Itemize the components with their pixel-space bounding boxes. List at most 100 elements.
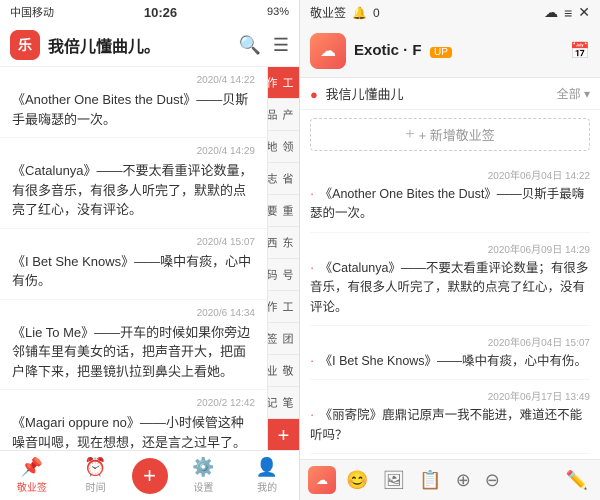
- note-text: · 《Another One Bites the Dust》——贝斯手最嗨瑟的一…: [310, 185, 590, 224]
- edit-icon[interactable]: ✏️: [562, 468, 592, 493]
- tab-progress[interactable]: 工作进: [268, 291, 299, 323]
- note-date: 2020年06月17日 13:49: [310, 388, 590, 403]
- tab-notes[interactable]: 笔记: [268, 387, 299, 419]
- note-date: 2020/4 14:22: [12, 75, 255, 86]
- tab-important[interactable]: 重要日: [268, 195, 299, 227]
- carrier-signal: 中国移动: [10, 4, 54, 20]
- list-item[interactable]: 2020年06月09日 14:29 · 《Catalunya》——不要太看重评论…: [310, 233, 590, 326]
- left-header: 乐 我倍儿懂曲儿。 🔍 ☰: [0, 24, 299, 67]
- left-panel-title: 我倍儿懂曲儿。: [48, 33, 238, 57]
- nav-item-profile[interactable]: 👤 我的: [235, 455, 299, 496]
- tab-territory[interactable]: 领地社: [268, 131, 299, 163]
- note-date: 2020/6 14:34: [12, 308, 255, 319]
- battery-status: 93%: [267, 6, 289, 18]
- cloud-icon[interactable]: ☁: [544, 4, 558, 21]
- image-icon[interactable]: 🖼: [378, 468, 409, 493]
- user-name: Exotic · F: [354, 42, 422, 59]
- add-tab-button[interactable]: +: [268, 419, 299, 450]
- right-sub-header: ● 我信儿懂曲儿 全部 ▾: [300, 78, 600, 110]
- section-title-text: 我信儿懂曲儿: [325, 87, 403, 102]
- right-panel: 敬业签 🔔 0 ☁ ≡ ✕ ☁ Exotic · F UP 📅 ● 我信儿懂曲儿…: [300, 0, 600, 500]
- note-text: · 《丽寄院》鹿鼎记原声一我不能进，难道还不能听吗？: [310, 406, 590, 445]
- nav-label-profile: 我的: [257, 479, 277, 494]
- note-date: 2020年06月04日 15:07: [310, 334, 590, 349]
- side-tabs: 工作室 产品讨 领地社 省志应 重要日 东西没 号码管 工作进 团签 敬业签 笔…: [267, 67, 299, 450]
- filter-dropdown[interactable]: 全部 ▾: [557, 85, 590, 102]
- notification-count: 0: [373, 6, 380, 20]
- time-icon: ⏰: [84, 457, 106, 478]
- note-date: 2020年06月09日 14:29: [310, 241, 590, 256]
- note-list: 2020/4 14:22 《Another One Bites the Dust…: [0, 67, 267, 450]
- menu-icon[interactable]: ☰: [273, 35, 289, 56]
- calendar-icon[interactable]: 📅: [570, 41, 590, 61]
- search-icon[interactable]: 🔍: [238, 35, 260, 56]
- jinye-icon: 📌: [21, 457, 43, 478]
- tab-work[interactable]: 工作室: [268, 67, 299, 99]
- nav-add-area: +: [128, 455, 172, 496]
- list-item[interactable]: 2020/4 15:07 《I Bet She Knows》——嗓中有痰，心中有…: [0, 229, 267, 300]
- bullet-dot: ·: [310, 261, 314, 275]
- right-status-bar: 敬业签 🔔 0 ☁ ≡ ✕: [300, 0, 600, 25]
- bullet-dot: ·: [310, 354, 314, 368]
- note-date: 2020/4 14:29: [12, 146, 255, 157]
- list-item[interactable]: 2020/4 14:22 《Another One Bites the Dust…: [0, 67, 267, 138]
- bullet-dot: ·: [310, 187, 314, 201]
- list-item[interactable]: 2020/2 12:42 《Magari oppure no》——小时候管这种噪…: [0, 390, 267, 450]
- tab-numbers[interactable]: 号码管: [268, 259, 299, 291]
- nav-add-button[interactable]: +: [132, 458, 168, 494]
- close-icon[interactable]: ✕: [578, 4, 590, 21]
- list-item[interactable]: 2020/6 14:34 《Lie To Me》——开车的时候如果你旁边邻铺车里…: [0, 300, 267, 391]
- note-text: 《I Bet She Knows》——嗓中有痰，心中有伤。: [12, 252, 255, 291]
- list-item[interactable]: 2020年06月04日 14:22 · 《Another One Bites t…: [310, 159, 590, 233]
- menu-lines-icon[interactable]: ≡: [564, 5, 572, 21]
- red-dot: ●: [310, 87, 318, 102]
- section-title: ● 我信儿懂曲儿: [310, 84, 557, 103]
- nav-item-settings[interactable]: ⚙️ 设置: [172, 455, 236, 496]
- right-status-right: ☁ ≡ ✕: [544, 4, 590, 21]
- user-badge: UP: [430, 47, 452, 58]
- left-bottom-nav: 📌 敬业签 ⏰ 时间 + ⚙️ 设置 👤 我的: [0, 450, 299, 500]
- user-info: Exotic · F UP: [354, 42, 570, 60]
- right-status-left: 敬业签 🔔 0: [310, 4, 380, 21]
- profile-icon: 👤: [256, 457, 278, 478]
- note-text: · 《I Bet She Knows》——嗓中有痰，心中有伤。: [310, 352, 590, 371]
- tab-jinye[interactable]: 敬业签: [268, 355, 299, 387]
- right-bottom-toolbar: ☁ 😊 🖼 📋 ⊕ ⊖ ✏️: [300, 459, 600, 500]
- settings-icon: ⚙️: [192, 457, 214, 478]
- app-name-label: 敬业签: [310, 4, 346, 21]
- tab-group[interactable]: 团签: [268, 323, 299, 355]
- remove-circle-icon[interactable]: ⊖: [481, 468, 504, 493]
- note-date: 2020/2 12:42: [12, 398, 255, 409]
- notification-icon: 🔔: [352, 6, 367, 20]
- nav-label-settings: 设置: [193, 479, 213, 494]
- left-header-icons: 🔍 ☰: [238, 35, 289, 56]
- add-circle-icon[interactable]: ⊕: [452, 468, 475, 493]
- left-status-bar: 中国移动 10:26 93%: [0, 0, 299, 24]
- list-item[interactable]: 2020年06月17日 13:49 · 《丽寄院》鹿鼎记原声一我不能进，难道还不…: [310, 380, 590, 454]
- list-item[interactable]: 2020年06月04日 15:07 · 《I Bet She Knows》——嗓…: [310, 326, 590, 380]
- nav-item-time[interactable]: ⏰ 时间: [64, 455, 128, 496]
- tab-product[interactable]: 产品讨: [268, 99, 299, 131]
- right-header: ☁ Exotic · F UP 📅: [300, 25, 600, 78]
- note-text: 《Magari oppure no》——小时候管这种噪音叫嗯，现在想想，还是言之…: [12, 413, 255, 450]
- note-date: 2020年06月04日 14:22: [310, 167, 590, 182]
- plus-icon: +: [405, 126, 414, 144]
- clipboard-icon[interactable]: 📋: [415, 468, 445, 493]
- right-note-list: 2020年06月04日 14:22 · 《Another One Bites t…: [300, 159, 600, 459]
- nav-item-jinye[interactable]: 📌 敬业签: [0, 455, 64, 496]
- left-panel: 中国移动 10:26 93% 乐 我倍儿懂曲儿。 🔍 ☰ 2020/4 14:2…: [0, 0, 300, 500]
- tab-stuff[interactable]: 东西没: [268, 227, 299, 259]
- nav-label-jinye: 敬业签: [17, 479, 47, 494]
- note-text: 《Another One Bites the Dust》——贝斯手最嗨瑟的一次。: [12, 90, 255, 129]
- emoji-icon[interactable]: 😊: [342, 468, 372, 493]
- status-time: 10:26: [144, 5, 177, 20]
- note-text: 《Catalunya》——不要太看重评论数量，有很多音乐，有很多人听完了，默默的…: [12, 161, 255, 220]
- avatar: ☁: [310, 33, 346, 69]
- nav-label-time: 时间: [86, 479, 106, 494]
- left-body: 2020/4 14:22 《Another One Bites the Dust…: [0, 67, 299, 450]
- new-tag-button[interactable]: + + 新增敬业签: [310, 118, 590, 151]
- list-item[interactable]: 2020/4 14:29 《Catalunya》——不要太看重评论数量，有很多音…: [0, 138, 267, 229]
- app-logo: 乐: [10, 30, 40, 60]
- note-text: · 《Catalunya》——不要太看重评论数量；有很多音乐，有很多人听完了，默…: [310, 259, 590, 317]
- tab-province[interactable]: 省志应: [268, 163, 299, 195]
